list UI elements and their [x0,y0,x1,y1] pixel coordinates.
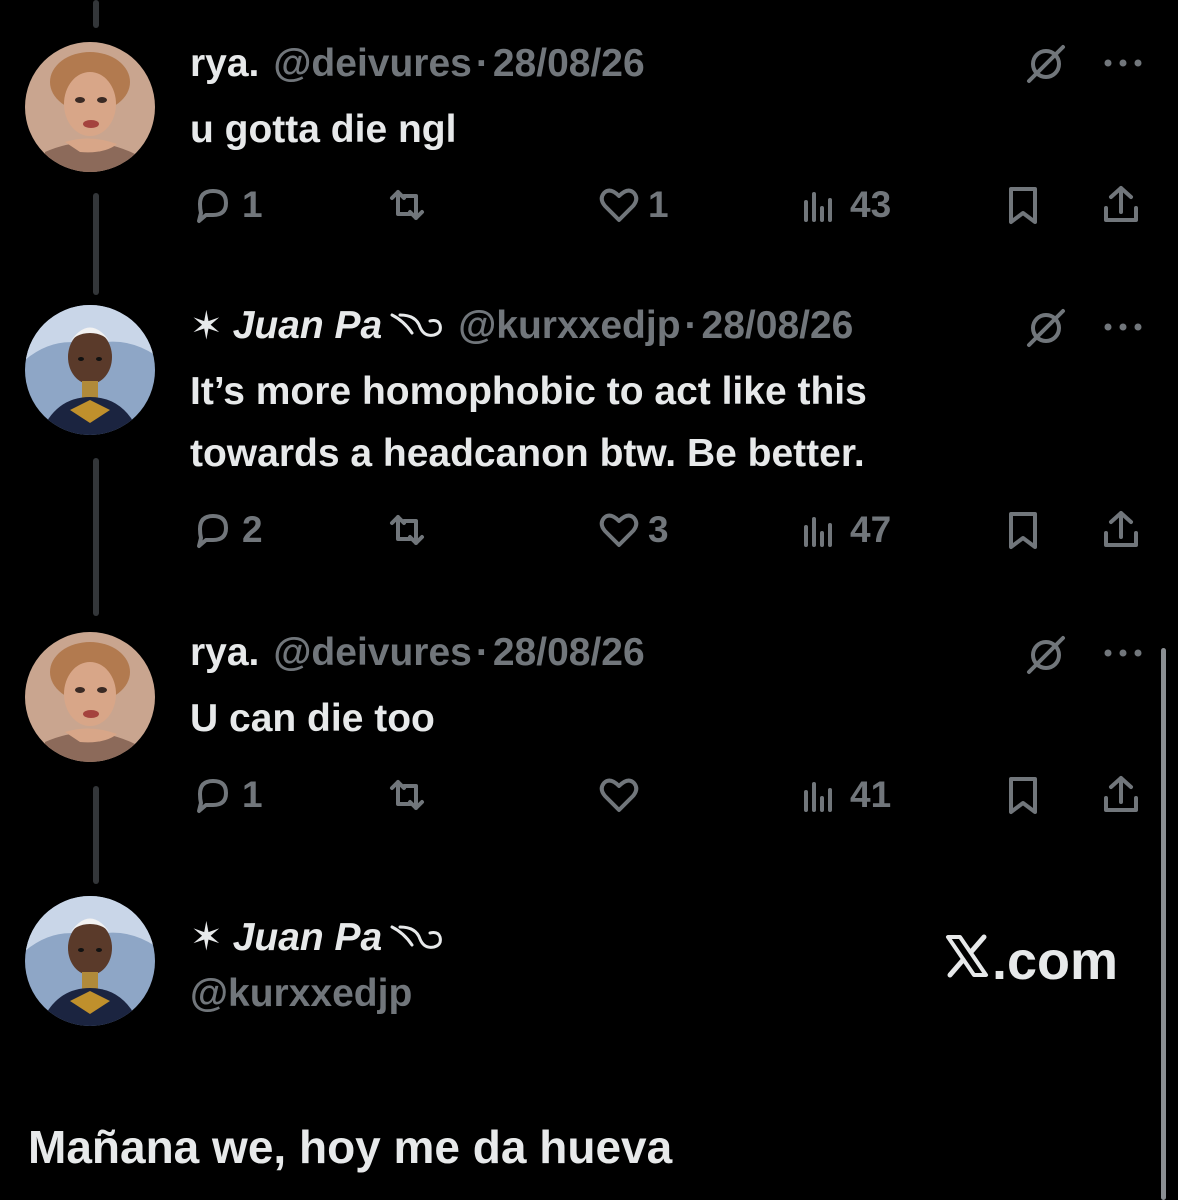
repost-icon [390,780,424,810]
share-icon [1104,776,1138,812]
tweet-date[interactable]: 28/08/26 [493,42,645,86]
views-button[interactable]: 47 [798,507,891,553]
wave-emoji-icon [390,313,443,337]
bookmark-icon [1009,187,1037,224]
like-icon [599,778,639,812]
more-icon[interactable] [1100,53,1146,73]
like-button[interactable] [596,772,648,818]
like-button[interactable]: 3 [596,507,669,553]
reply-count: 2 [242,509,263,550]
brand-text: .com [992,931,1119,991]
x-logo-icon [946,934,988,978]
grok-icon[interactable] [1023,632,1069,678]
repost-button[interactable] [384,507,436,553]
author-handle[interactable]: @kurxxedjp [458,304,680,348]
reply-icon [197,514,228,548]
avatar-woman-portrait-icon [25,42,155,172]
tweet-header: rya. @deivures · 28/08/26 [190,41,645,87]
avatar-storm-illustration-icon [25,896,155,1026]
reply-button[interactable]: 1 [190,772,263,818]
bookmark-icon [1009,512,1037,549]
caption-text: Mañana we, hoy me da hueva [28,1121,673,1173]
repost-button[interactable] [384,182,436,228]
share-button[interactable] [1098,182,1144,228]
share-icon [1104,186,1138,222]
author-prefix: ✶ [190,304,223,348]
tweet-text: U can die too [190,688,435,750]
more-icon[interactable] [1100,643,1146,663]
reply-icon [197,779,228,813]
reply-count: 1 [242,184,263,225]
reply-count: 1 [242,774,263,815]
share-button[interactable] [1098,507,1144,553]
author-name[interactable]: rya. [190,42,259,86]
bookmark-button[interactable] [1000,772,1046,818]
views-icon [804,192,832,222]
tweet-text-line: towards a headcanon btw. Be better. [190,432,865,475]
like-count: 3 [648,509,669,550]
views-count: 47 [850,509,892,550]
grok-icon[interactable] [1023,41,1069,87]
avatar[interactable] [25,305,155,435]
bookmark-icon [1009,777,1037,814]
thread-line-top [93,0,99,28]
separator: · [475,631,489,674]
tweet-date[interactable]: 28/08/26 [493,631,645,675]
author-handle[interactable]: @deivures [273,42,471,86]
thread-line-3 [93,786,99,884]
views-icon [804,782,832,812]
author-name[interactable]: rya. [190,631,259,675]
repost-icon [390,190,424,220]
avatar-storm-illustration-icon [25,305,155,435]
bookmark-button[interactable] [1000,182,1046,228]
reply-button[interactable]: 2 [190,507,263,553]
separator: · [684,304,698,347]
views-count: 41 [850,774,892,815]
author-name[interactable]: Juan Pa [233,304,383,348]
avatar[interactable] [25,632,155,762]
views-icon [804,517,832,547]
more-icon[interactable] [1100,317,1146,337]
scrollbar[interactable] [1161,648,1166,1200]
tweet-text-line: It’s more homophobic to act like this [190,370,867,413]
profile-avatar[interactable] [25,896,155,1026]
reply-button[interactable]: 1 [190,182,263,228]
author-handle[interactable]: @deivures [273,631,471,675]
tweet-header: rya. @deivures · 28/08/26 [190,630,645,676]
tweet-text-line: u gotta die ngl [190,108,457,151]
avatar-woman-portrait-icon [25,632,155,762]
views-button[interactable]: 41 [798,772,891,818]
like-count: 1 [648,184,669,225]
bookmark-button[interactable] [1000,507,1046,553]
wave-emoji-icon [390,925,443,949]
thread-line-1 [93,193,99,295]
like-icon [599,188,639,222]
repost-icon [390,515,424,545]
tweet-text: u gotta die ngl [190,99,456,161]
separator: · [475,42,489,85]
share-icon [1104,511,1138,547]
like-button[interactable]: 1 [596,182,669,228]
avatar[interactable] [25,42,155,172]
grok-icon[interactable] [1023,305,1069,351]
profile-handle[interactable]: @kurxxedjp [190,972,412,1016]
like-icon [599,513,639,547]
profile-name-text: Juan Pa [232,915,383,959]
x-brand: .com [944,930,1118,992]
tweet-header: ✶ Juan Pa @kurxxedjp · 28/08/26 [190,303,853,349]
tweet-text: It’s more homophobic to act like this to… [190,361,867,485]
views-count: 43 [850,184,892,225]
repost-button[interactable] [384,772,436,818]
profile-name[interactable]: ✶ Juan Pa [190,915,444,960]
tweet-text-line: U can die too [190,697,435,740]
thread-line-2 [93,458,99,616]
share-button[interactable] [1098,772,1144,818]
reply-icon [197,189,228,223]
views-button[interactable]: 43 [798,182,891,228]
profile-name-prefix: ✶ [190,916,223,959]
tweet-date[interactable]: 28/08/26 [702,304,854,348]
